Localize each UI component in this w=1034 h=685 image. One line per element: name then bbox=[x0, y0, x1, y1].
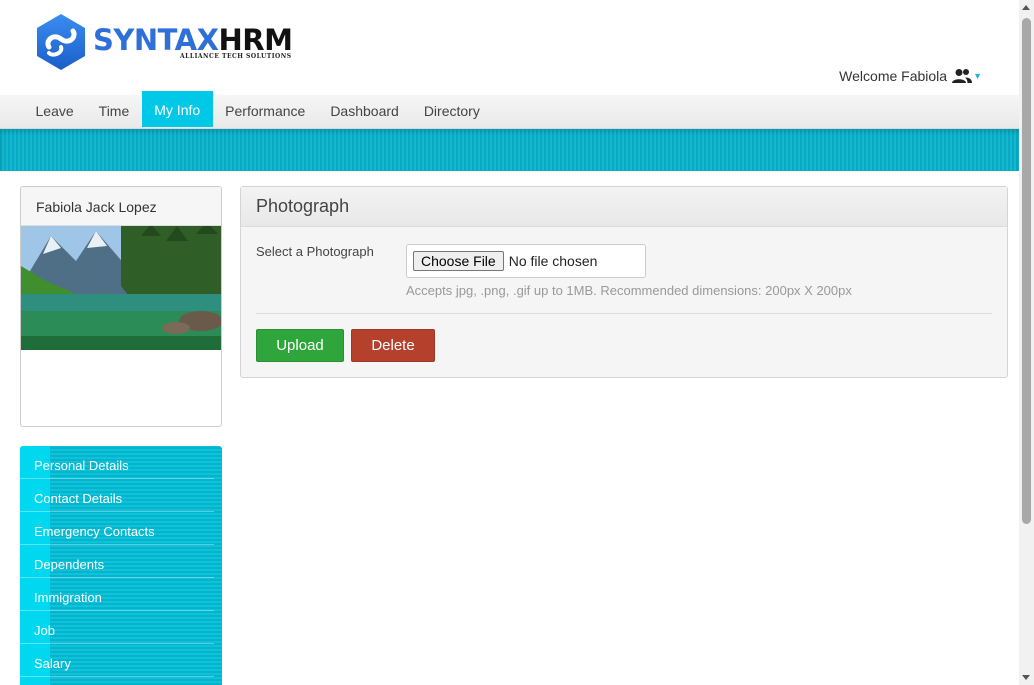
logo-syntax-text: SYNTAX bbox=[93, 23, 219, 57]
side-item-salary[interactable]: Salary bbox=[20, 644, 214, 677]
logo-hexagon-icon bbox=[37, 14, 85, 70]
main-nav: Leave Time My Info Performance Dashboard… bbox=[0, 91, 1019, 129]
page-scrollbar[interactable] bbox=[1019, 0, 1034, 685]
syntaxhrm-logo[interactable]: SYNTAXHRM ALLIANCE TECH SOLUTIONS bbox=[35, 13, 295, 71]
scrollbar-thumb[interactable] bbox=[1022, 18, 1031, 524]
chevron-down-icon[interactable]: ▼ bbox=[973, 71, 982, 81]
side-item-contact-details[interactable]: Contact Details bbox=[20, 479, 214, 512]
page-header: SYNTAXHRM ALLIANCE TECH SOLUTIONS Welcom… bbox=[0, 0, 1019, 95]
file-status: No file chosen bbox=[508, 253, 598, 269]
profile-card: Fabiola Jack Lopez bbox=[20, 186, 222, 427]
user-menu[interactable]: Welcome Fabiola ▼ bbox=[839, 68, 982, 84]
welcome-text[interactable]: Welcome Fabiola bbox=[839, 68, 947, 84]
choose-file-button[interactable]: Choose File bbox=[413, 251, 504, 271]
side-item-emergency-contacts[interactable]: Emergency Contacts bbox=[20, 512, 214, 545]
upload-button[interactable]: Upload bbox=[256, 329, 344, 362]
side-item-personal-details[interactable]: Personal Details bbox=[20, 446, 214, 479]
profile-photo[interactable] bbox=[21, 226, 221, 350]
nav-item-performance[interactable]: Performance bbox=[213, 95, 318, 129]
nav-item-leave[interactable]: Leave bbox=[23, 95, 86, 129]
side-item-job[interactable]: Job bbox=[20, 611, 214, 644]
scroll-down-icon[interactable] bbox=[1022, 675, 1030, 680]
photo-field-label: Select a Photograph bbox=[256, 244, 374, 259]
info-side-menu: Personal Details Contact Details Emergen… bbox=[20, 446, 222, 685]
nav-item-my-info[interactable]: My Info bbox=[141, 91, 213, 127]
users-icon[interactable] bbox=[952, 68, 973, 84]
divider bbox=[256, 313, 992, 314]
side-item-immigration[interactable]: Immigration bbox=[20, 578, 214, 611]
profile-name: Fabiola Jack Lopez bbox=[21, 187, 221, 226]
side-item-dependents[interactable]: Dependents bbox=[20, 545, 214, 578]
panel-title: Photograph bbox=[241, 187, 1007, 227]
delete-button[interactable]: Delete bbox=[351, 329, 435, 362]
photo-help-text: Accepts jpg, .png, .gif up to 1MB. Recom… bbox=[406, 283, 852, 298]
logo-wordmark: SYNTAXHRM bbox=[93, 23, 293, 57]
nav-item-time[interactable]: Time bbox=[86, 95, 142, 129]
subnav-band bbox=[0, 129, 1019, 171]
nav-item-directory[interactable]: Directory bbox=[411, 95, 492, 129]
nav-item-dashboard[interactable]: Dashboard bbox=[318, 95, 412, 129]
photo-file-input[interactable]: Choose File No file chosen bbox=[406, 244, 646, 278]
logo-hrm-text: HRM bbox=[218, 23, 293, 57]
scroll-up-icon[interactable] bbox=[1022, 5, 1030, 10]
logo-tagline: ALLIANCE TECH SOLUTIONS bbox=[180, 53, 292, 60]
photograph-panel: Photograph Select a Photograph Choose Fi… bbox=[240, 186, 1008, 378]
